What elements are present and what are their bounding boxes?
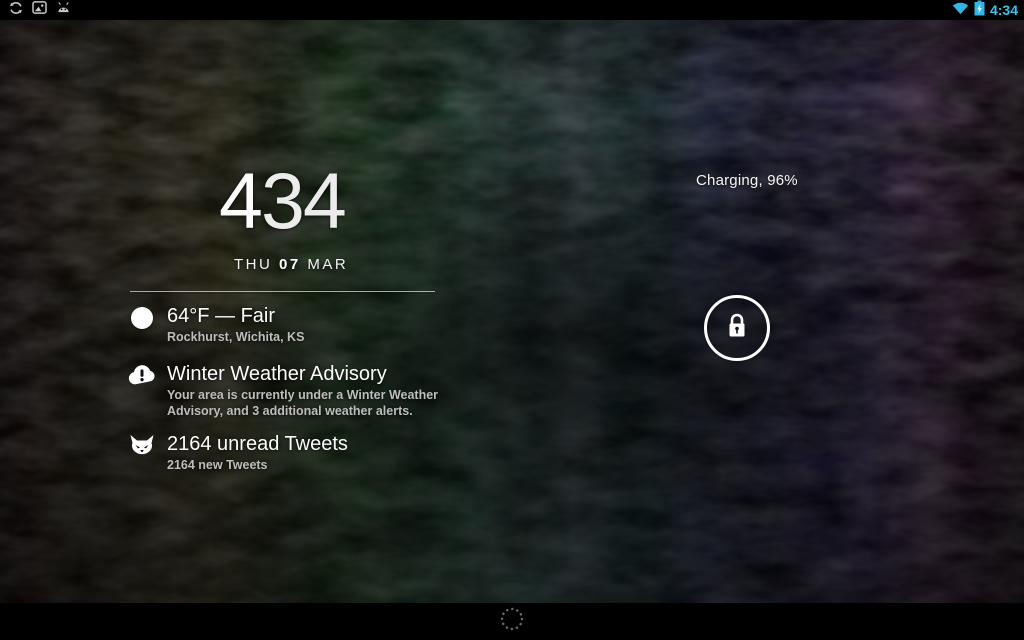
clock-minutes: 34 [260,156,347,245]
wifi-icon [952,1,969,20]
widget-divider [130,291,435,292]
lock-screen: 4:34 434 THU 07 MAR 64°F — Fair Rockhurs… [0,0,1024,640]
cloud-alert-icon [128,364,156,386]
battery-charging-icon [974,0,985,21]
advisory-body: Your area is currently under a Winter We… [167,388,439,418]
navigation-bar [0,603,1024,640]
date-line: THU 07 MAR [234,256,348,273]
falcon-bird-icon [128,434,156,457]
weather-title: 64°F — Fair [167,305,276,327]
extension-tweets[interactable]: 2164 unread Tweets 2164 new Tweets [128,432,348,474]
tweets-body: 2164 new Tweets [167,458,268,472]
dashclock-widget: 434 THU 07 MAR 64°F — Fair Rockhurst, Wi… [0,20,1024,603]
dotted-circle-icon [498,605,526,638]
advisory-title: Winter Weather Advisory [167,363,387,385]
status-bar-notifications [0,1,71,20]
tweets-title: 2164 unread Tweets [167,433,348,455]
status-bar-system: 4:34 [952,0,1024,21]
unlock-handle[interactable] [704,295,770,361]
clock-hours: 4 [219,156,263,245]
extension-weather[interactable]: 64°F — Fair Rockhurst, Wichita, KS [128,304,304,346]
date-month: MAR [307,256,349,273]
date-day: 07 [279,256,301,273]
weather-location: Rockhurst, Wichita, KS [167,330,305,344]
date-weekday: THU [234,256,273,273]
android-usb-icon [56,1,71,19]
status-bar: 4:34 [0,0,1024,20]
sync-icon [9,1,23,20]
clock[interactable]: 434 [219,161,347,240]
padlock-icon [725,312,749,345]
gallery-icon [32,1,47,19]
weather-clear-circle-icon [128,306,156,329]
status-bar-clock: 4:34 [989,2,1018,18]
charging-status: Charging, 96% [696,172,798,189]
extension-advisory[interactable]: Winter Weather Advisory Your area is cur… [128,362,467,419]
